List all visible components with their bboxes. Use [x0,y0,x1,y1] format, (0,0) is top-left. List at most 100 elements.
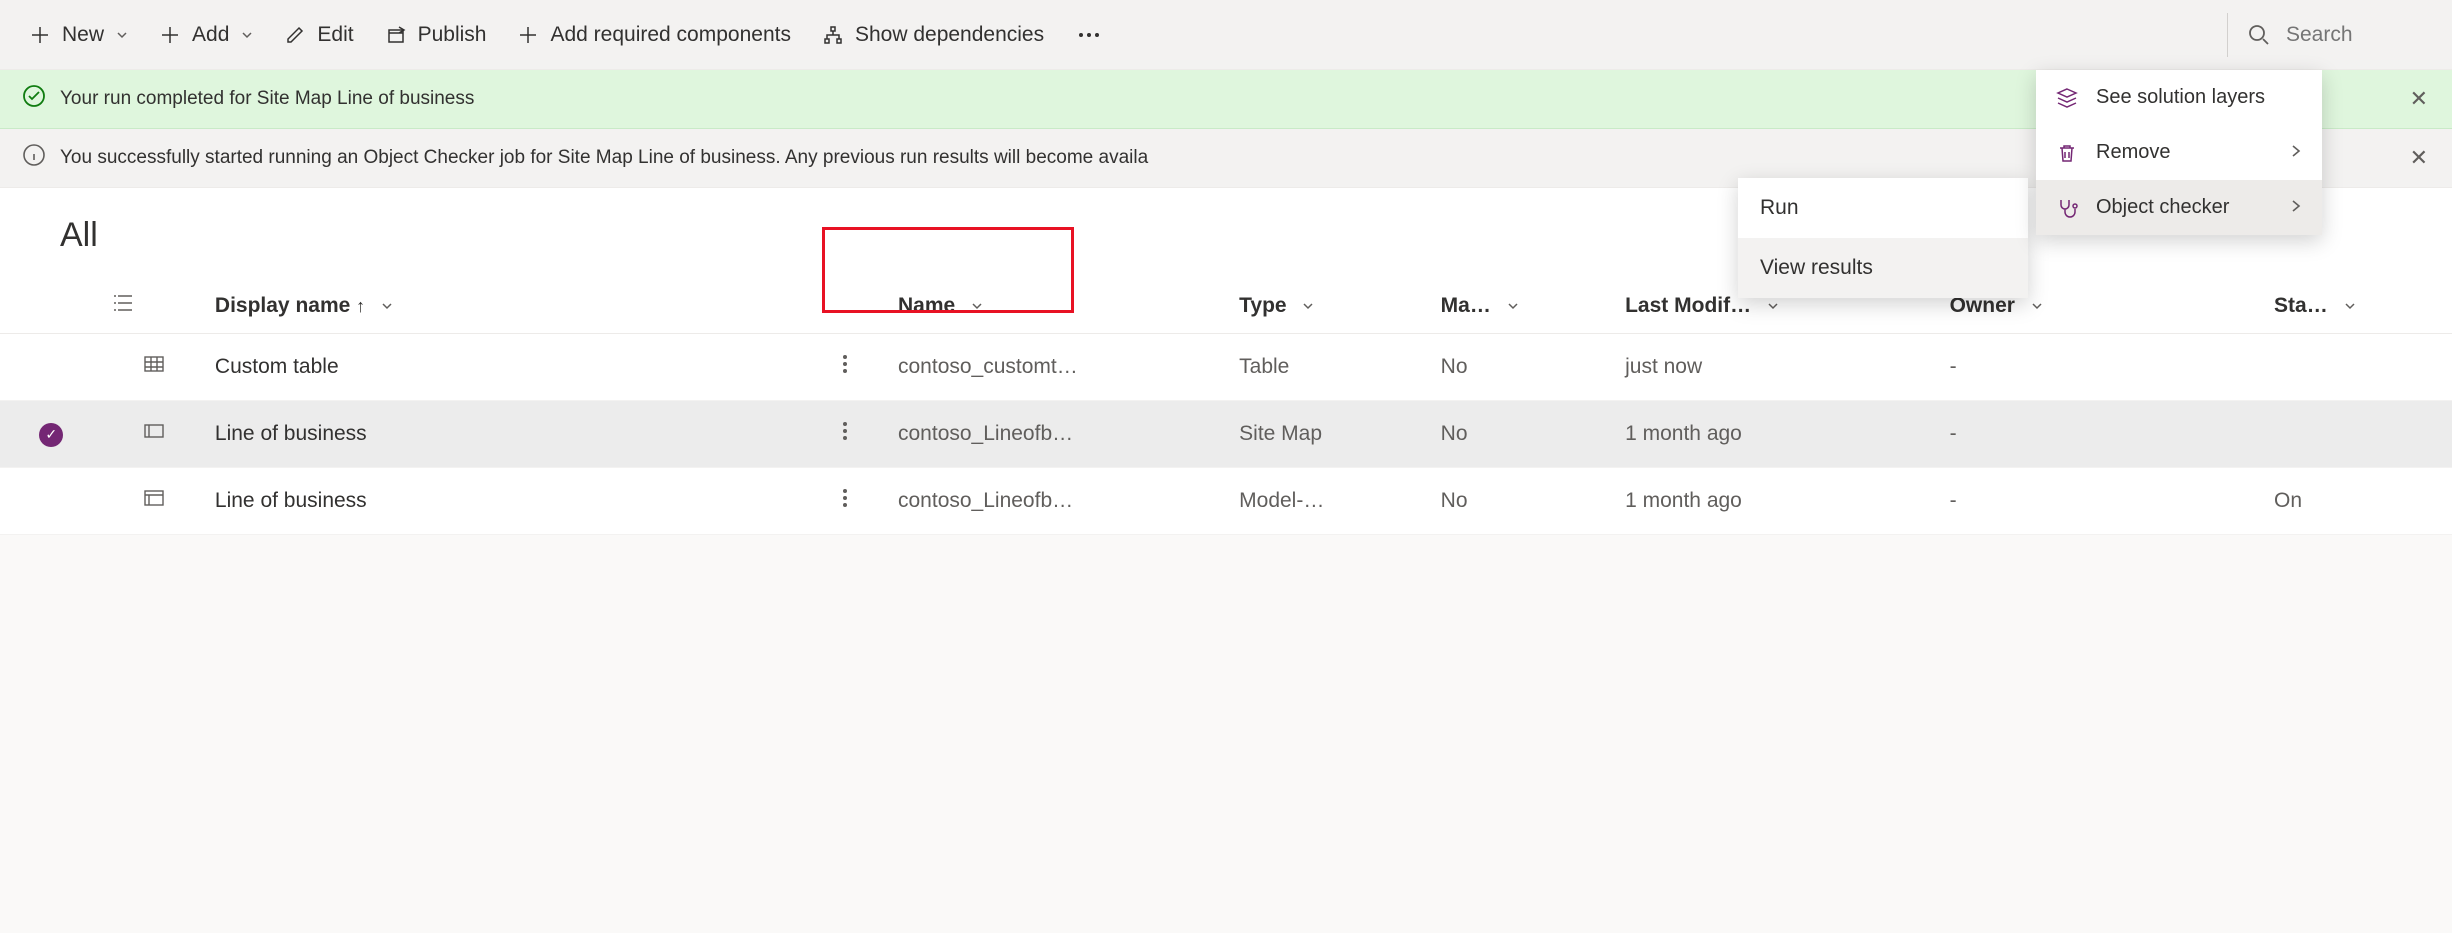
submenu-run-label: Run [1760,196,1799,219]
layers-icon [2056,87,2078,109]
col-name-label: Name [898,294,955,317]
row-display-name[interactable]: Custom table [205,334,803,401]
add-required-button[interactable]: Add required components [502,13,807,57]
row-managed: No [1431,334,1615,401]
row-managed: No [1431,401,1615,468]
pencil-icon [285,25,305,45]
edit-label: Edit [317,23,353,47]
sort-asc-icon: ↑ [356,296,365,316]
row-more-button[interactable] [803,334,888,401]
info-text: You successfully started running an Obje… [60,147,1148,169]
table-row[interactable]: ✓ Line of business contoso_Lineofb… Site… [0,401,2452,468]
row-type-icon [102,334,204,401]
row-status [2264,401,2452,468]
show-dependencies-button[interactable]: Show dependencies [807,13,1060,57]
publish-button[interactable]: Publish [370,13,503,57]
header-row: Display name ↑ Name Type [0,279,2452,334]
edit-button[interactable]: Edit [269,13,369,57]
row-name: contoso_Lineofb… [888,468,1229,535]
col-display-label: Display name [215,294,350,317]
menu-checker-label: Object checker [2096,196,2229,219]
menu-item-solution-layers[interactable]: See solution layers [2036,70,2322,125]
menu-layers-label: See solution layers [2096,86,2265,109]
col-status[interactable]: Sta… [2264,279,2452,334]
object-checker-submenu: Run View results [1738,178,2028,298]
new-button[interactable]: New [14,13,144,57]
overflow-menu: See solution layers Remove Object checke… [2036,70,2322,235]
col-type-label: Type [1239,294,1286,317]
chevron-down-icon [2031,299,2043,315]
chevron-down-icon [241,29,253,41]
col-select[interactable] [0,279,102,334]
chevron-down-icon [971,299,983,315]
chevron-down-icon [381,299,393,315]
col-status-label: Sta… [2274,294,2328,317]
separator [2227,13,2228,57]
row-status [2264,334,2452,401]
col-view-icon[interactable] [102,279,204,334]
trash-icon [2056,142,2078,164]
row-modified: 1 month ago [1615,468,1939,535]
col-managed[interactable]: Ma… [1431,279,1615,334]
row-select[interactable]: ✓ [0,401,102,468]
row-type: Site Map [1229,401,1431,468]
row-type-icon [102,468,204,535]
list-icon [112,295,134,318]
col-name[interactable]: Name [888,279,1229,334]
submenu-item-view-results[interactable]: View results [1738,238,2028,298]
col-modified-label: Last Modif… [1625,294,1751,317]
plus-icon [30,25,50,45]
add-button[interactable]: Add [144,13,269,57]
menu-item-remove[interactable]: Remove [2036,125,2322,180]
dependencies-icon [823,25,843,45]
row-owner: - [1940,401,2264,468]
chevron-down-icon [1302,299,1314,315]
chevron-down-icon [1507,299,1519,315]
plus-icon [160,25,180,45]
add-label: Add [192,23,229,47]
menu-item-object-checker[interactable]: Object checker [2036,180,2322,235]
search-box[interactable] [2234,14,2438,56]
overflow-button[interactable] [1060,22,1118,48]
row-display-name[interactable]: Line of business [205,401,803,468]
menu-remove-label: Remove [2096,141,2170,164]
row-type: Model-… [1229,468,1431,535]
more-horizontal-icon [1078,32,1100,38]
row-type-icon [102,401,204,468]
success-text: Your run completed for Site Map Line of … [60,88,474,110]
show-deps-label: Show dependencies [855,23,1044,47]
close-banner-button[interactable]: ✕ [2404,139,2434,177]
row-select[interactable] [0,334,102,401]
table-row[interactable]: Line of business contoso_Lineofb… Model-… [0,468,2452,535]
col-type[interactable]: Type [1229,279,1431,334]
new-label: New [62,23,104,47]
chevron-down-icon [116,29,128,41]
search-input[interactable] [2284,22,2424,48]
close-icon: ✕ [2410,145,2428,170]
chevron-right-icon [2290,141,2302,164]
row-name: contoso_customt… [888,334,1229,401]
main-content: All Display name ↑ [0,188,2452,535]
row-modified: just now [1615,334,1939,401]
search-icon [2248,24,2270,46]
info-circle-icon [22,143,46,173]
submenu-item-run[interactable]: Run [1738,178,2028,238]
close-banner-button[interactable]: ✕ [2404,80,2434,118]
stethoscope-icon [2056,197,2078,219]
row-more-button[interactable] [803,468,888,535]
component-grid: Display name ↑ Name Type [0,279,2452,535]
table-row[interactable]: Custom table contoso_customt… Table No j… [0,334,2452,401]
row-more-button[interactable] [803,401,888,468]
row-select[interactable] [0,468,102,535]
row-name: contoso_Lineofb… [888,401,1229,468]
col-managed-label: Ma… [1441,294,1491,317]
row-display-name[interactable]: Line of business [205,468,803,535]
row-type: Table [1229,334,1431,401]
col-display-name[interactable]: Display name ↑ [205,279,803,334]
check-circle-icon [22,84,46,114]
chevron-down-icon [2344,299,2356,315]
publish-label: Publish [418,23,487,47]
add-required-label: Add required components [550,23,791,47]
chevron-right-icon [2290,196,2302,219]
checkmark-icon: ✓ [39,423,63,447]
